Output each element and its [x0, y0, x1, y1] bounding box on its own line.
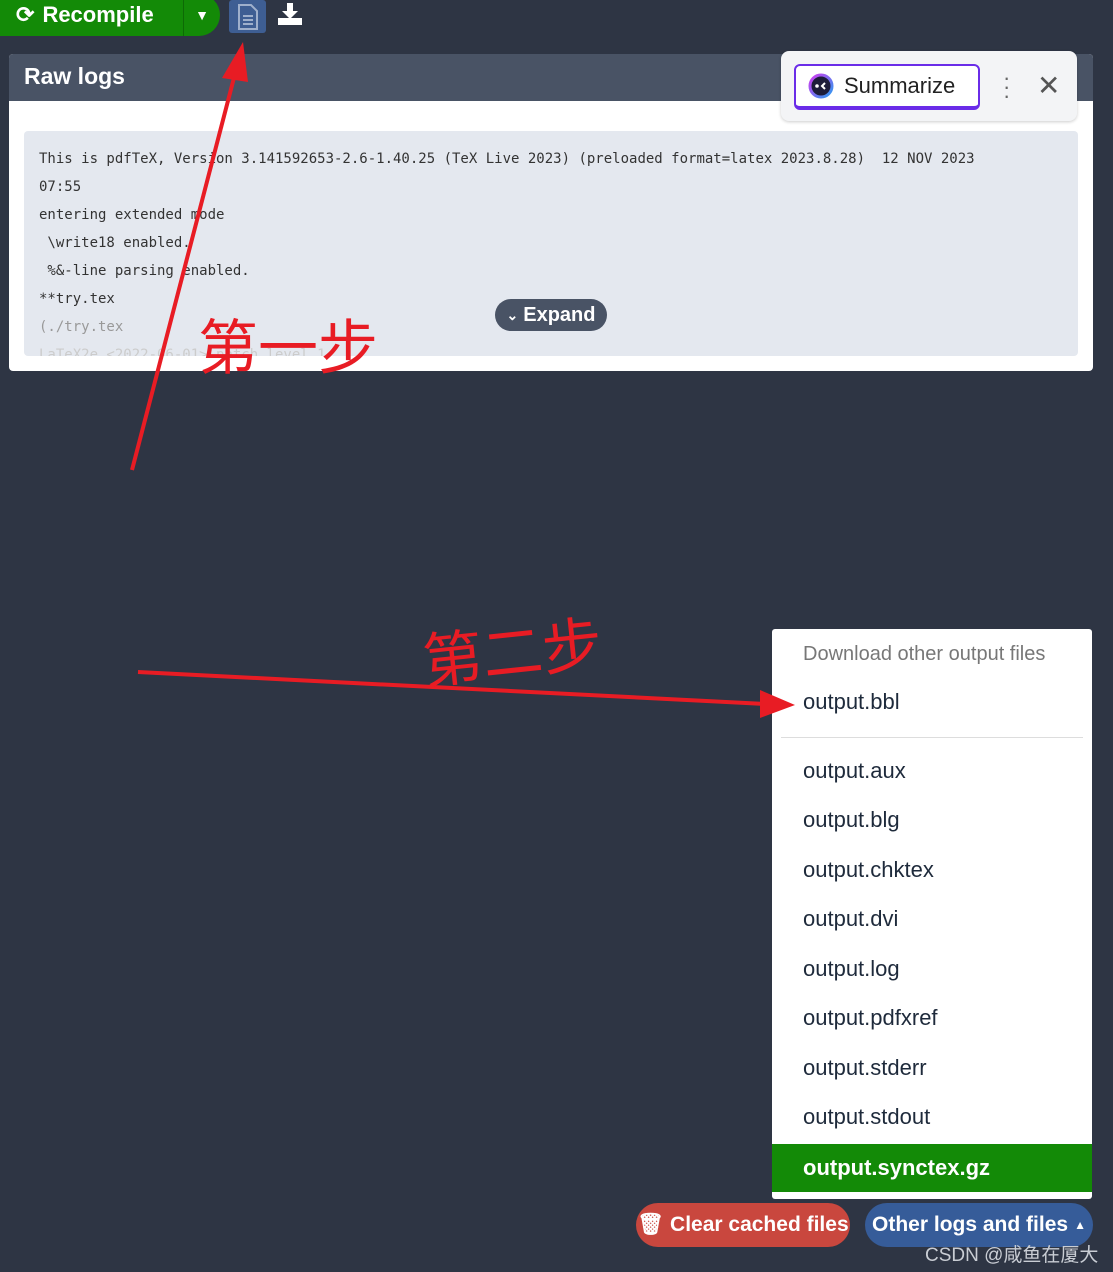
- watermark: CSDN @咸鱼在厦大: [925, 1245, 1099, 1266]
- annotation-step1: 第一步: [198, 314, 378, 384]
- arrow-head-icon: [760, 690, 795, 718]
- arrow-step1: [130, 69, 238, 471]
- arrow-head-icon: [222, 42, 248, 82]
